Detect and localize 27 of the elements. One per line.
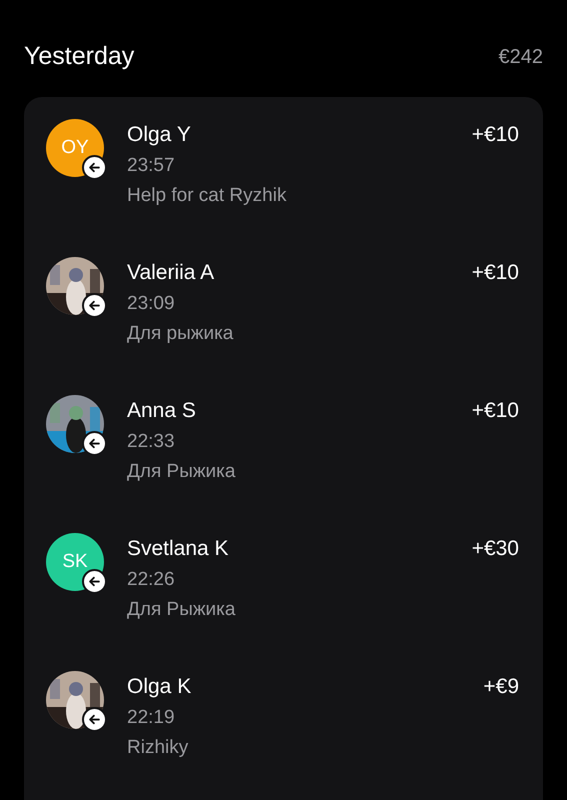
transaction-row[interactable]: Olga K +€9 22:19 Rizhiky <box>24 671 543 777</box>
sender-name: Anna S <box>127 398 196 424</box>
sender-name: Olga Y <box>127 122 191 148</box>
sender-name: Valeriia A <box>127 260 214 286</box>
time: 23:09 <box>127 292 176 316</box>
note: Для рыжика <box>127 322 234 346</box>
note: Для Рыжика <box>127 598 236 622</box>
amount: +€10 <box>472 260 519 286</box>
amount: +€10 <box>472 122 519 148</box>
transaction-row[interactable]: OY Olga Y +€10 23:57 Help for cat Ryzhik <box>24 119 543 225</box>
note: Для Рыжика <box>127 460 236 484</box>
section-title: Yesterday <box>24 41 134 72</box>
note: Rizhiky <box>127 736 190 760</box>
sender-name: Olga K <box>127 674 192 700</box>
amount: +€10 <box>472 398 519 424</box>
amount: +€30 <box>472 536 519 562</box>
sender-name: Svetlana K <box>127 536 229 562</box>
time: 22:26 <box>127 568 176 592</box>
note: Help for cat Ryzhik <box>127 184 288 208</box>
transaction-row[interactable]: SK Svetlana K +€30 22:26 Для Рыжика <box>24 533 543 639</box>
time: 22:19 <box>127 706 176 730</box>
section-total: €242 <box>498 45 543 70</box>
transaction-row[interactable]: Valeriia A +€10 23:09 Для рыжика <box>24 257 543 363</box>
amount: +€9 <box>483 674 519 700</box>
transaction-row[interactable]: Anna S +€10 22:33 Для Рыжика <box>24 395 543 501</box>
time: 23:57 <box>127 154 176 178</box>
time: 22:33 <box>127 430 176 454</box>
